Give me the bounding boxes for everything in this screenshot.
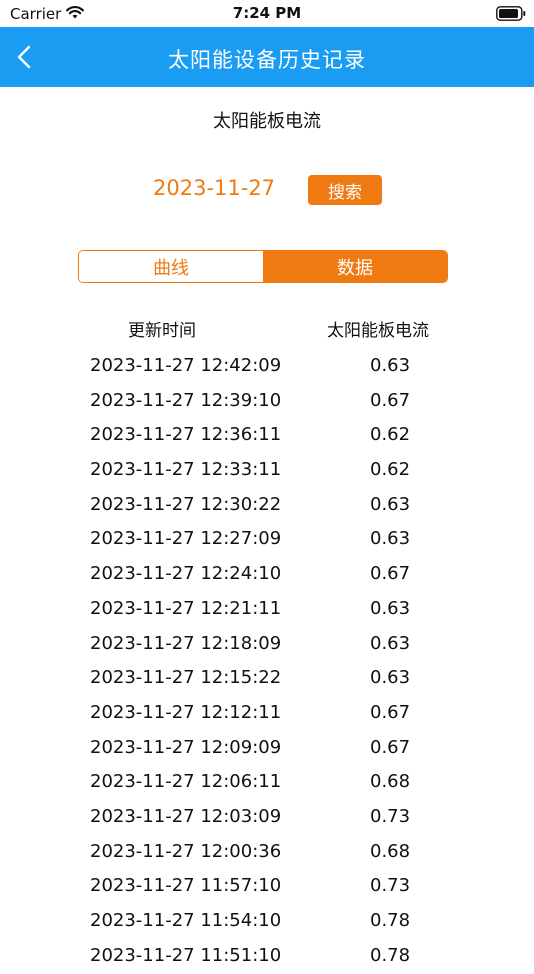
table-row: 2023-11-27 12:03:09 0.73 — [0, 801, 534, 836]
column-header-time: 更新时间 — [128, 321, 196, 341]
tab-data[interactable]: 数据 — [263, 251, 447, 282]
battery-icon — [496, 6, 526, 21]
row-value: 0.68 — [370, 771, 411, 793]
row-value: 0.67 — [370, 563, 411, 585]
table-row: 2023-11-27 12:24:10 0.67 — [0, 558, 534, 593]
row-time: 2023-11-27 12:24:10 — [90, 563, 282, 585]
table-row: 2023-11-27 12:36:11 0.62 — [0, 419, 534, 454]
table-row: 2023-11-27 12:30:22 0.63 — [0, 489, 534, 524]
table-row: 2023-11-27 12:06:11 0.68 — [0, 766, 534, 801]
row-value: 0.63 — [370, 355, 411, 376]
row-value: 0.78 — [370, 944, 411, 966]
tab-curve[interactable]: 曲线 — [79, 251, 263, 282]
row-value: 0.73 — [370, 875, 411, 897]
table-row: 2023-11-27 11:57:10 0.73 — [0, 870, 534, 905]
row-time: 2023-11-27 12:18:09 — [90, 632, 282, 654]
row-time: 2023-11-27 12:39:10 — [90, 389, 282, 411]
view-toggle: 曲线 数据 — [78, 250, 448, 283]
row-time: 2023-11-27 12:09:09 — [90, 736, 282, 758]
row-value: 0.63 — [370, 632, 411, 654]
table-row: 2023-11-27 12:42:09 0.63 — [0, 350, 534, 385]
table-row: 2023-11-27 12:09:09 0.67 — [0, 732, 534, 767]
row-time: 2023-11-27 11:51:10 — [90, 944, 282, 966]
row-value: 0.62 — [370, 424, 411, 446]
row-time: 2023-11-27 12:36:11 — [90, 424, 282, 446]
status-time: 7:24 PM — [232, 4, 302, 22]
row-time: 2023-11-27 12:15:22 — [90, 667, 282, 689]
row-value: 0.63 — [370, 493, 411, 515]
table-row: 2023-11-27 12:33:11 0.62 — [0, 454, 534, 489]
row-value: 0.78 — [370, 910, 411, 931]
row-value: 0.67 — [370, 736, 411, 758]
row-time: 2023-11-27 12:12:11 — [90, 701, 282, 723]
table-header: 更新时间 太阳能板电流 — [0, 316, 534, 341]
row-time: 2023-11-27 12:33:11 — [90, 459, 282, 481]
table-row: 2023-11-27 12:21:11 0.63 — [0, 593, 534, 628]
column-header-current: 太阳能板电流 — [327, 321, 429, 341]
row-time: 2023-11-27 12:21:11 — [90, 597, 282, 619]
table-row: 2023-11-27 12:18:09 0.63 — [0, 628, 534, 663]
row-value: 0.68 — [370, 840, 411, 862]
row-time: 2023-11-27 11:57:10 — [90, 875, 282, 897]
row-value: 0.63 — [370, 528, 411, 550]
table-row: 2023-11-27 12:12:11 0.67 — [0, 697, 534, 732]
search-button[interactable]: 搜索 — [308, 175, 382, 205]
row-value: 0.63 — [370, 597, 411, 619]
row-time: 2023-11-27 11:54:10 — [90, 910, 282, 931]
row-time: 2023-11-27 12:03:09 — [90, 805, 282, 827]
section-title: 太阳能板电流 — [213, 111, 321, 132]
table-row: 2023-11-27 12:15:22 0.63 — [0, 662, 534, 697]
row-time: 2023-11-27 12:06:11 — [90, 771, 282, 793]
nav-bar: 太阳能设备历史记录 — [0, 27, 534, 87]
row-value: 0.63 — [370, 667, 411, 689]
row-time: 2023-11-27 12:27:09 — [90, 528, 282, 550]
row-value: 0.73 — [370, 805, 411, 827]
row-value: 0.67 — [370, 701, 411, 723]
table-row: 2023-11-27 12:39:10 0.67 — [0, 385, 534, 420]
page-title: 太阳能设备历史记录 — [168, 48, 366, 72]
table-row: 2023-11-27 11:54:10 0.78 — [0, 905, 534, 940]
row-time: 2023-11-27 12:00:36 — [90, 840, 282, 862]
status-bar: Carrier 7:24 PM — [0, 0, 534, 27]
table-row: 2023-11-27 12:00:36 0.68 — [0, 836, 534, 871]
row-time: 2023-11-27 12:30:22 — [90, 493, 282, 515]
table-row: 2023-11-27 12:27:09 0.63 — [0, 523, 534, 558]
date-picker[interactable]: 2023-11-27 — [153, 176, 275, 200]
row-value: 0.62 — [370, 459, 411, 481]
table-row: 2023-11-27 11:51:10 0.78 — [0, 940, 534, 974]
data-table: 2023-11-27 12:42:09 0.63 2023-11-27 12:39:… — [0, 350, 534, 974]
row-time: 2023-11-27 12:42:09 — [90, 355, 282, 376]
row-value: 0.67 — [370, 389, 411, 411]
